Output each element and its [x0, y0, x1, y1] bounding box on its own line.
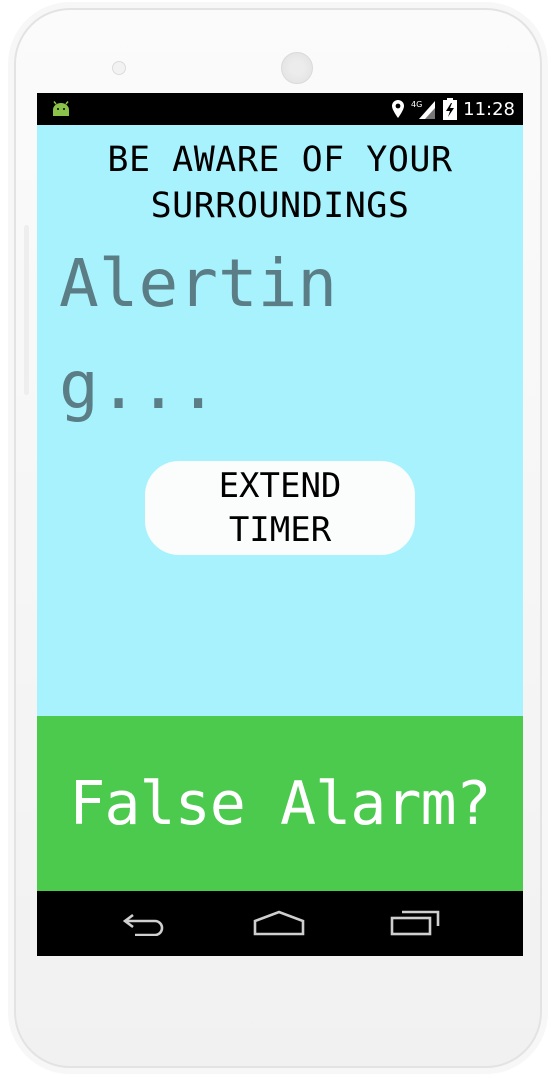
side-button: [24, 225, 29, 395]
battery-charging-icon: [443, 98, 458, 120]
recent-apps-button[interactable]: [385, 903, 445, 943]
back-button[interactable]: [115, 903, 175, 943]
navigation-bar: [37, 891, 523, 956]
earpiece-speaker: [281, 52, 313, 84]
extend-timer-button[interactable]: EXTEND TIMER: [145, 461, 415, 555]
status-icons: 4G 11:28: [391, 98, 515, 120]
phone-screen: 4G 11:28 BE AWARE OF YOUR SURROUNDINGS A…: [37, 93, 523, 956]
alert-status-text: Alerting...: [59, 245, 338, 424]
signal-icon: 4G: [411, 100, 436, 119]
location-icon: [392, 100, 405, 118]
home-icon: [253, 910, 305, 936]
warning-message: BE AWARE OF YOUR SURROUNDINGS: [107, 140, 453, 226]
home-button[interactable]: [249, 903, 309, 943]
alert-screen: BE AWARE OF YOUR SURROUNDINGS Alerting..…: [37, 125, 523, 716]
status-time: 11:28: [463, 98, 515, 120]
network-type-label: 4G: [411, 100, 422, 109]
recent-apps-icon: [390, 910, 440, 936]
android-notification-icon: [53, 101, 69, 116]
false-alarm-button[interactable]: False Alarm?: [37, 716, 523, 891]
back-icon: [122, 913, 164, 936]
front-sensor: [112, 61, 126, 75]
status-bar: 4G 11:28: [37, 93, 523, 125]
